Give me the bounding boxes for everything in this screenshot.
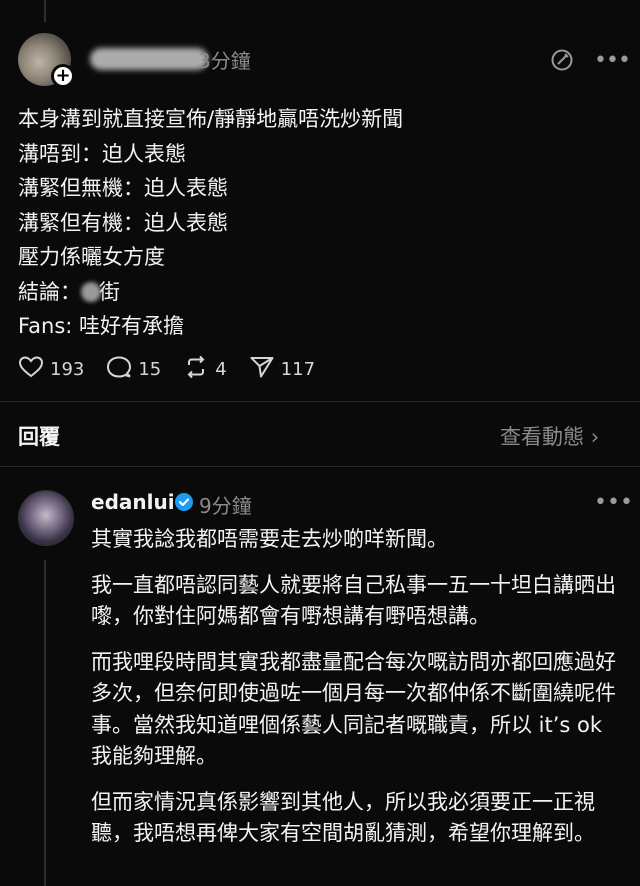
reply-username[interactable]: edanlui xyxy=(91,490,175,514)
share-button[interactable]: 117 xyxy=(249,355,315,384)
post-line: Fans: 哇好有承擔 xyxy=(18,314,185,338)
view-activity-label: 查看動態 xyxy=(500,425,584,449)
chevron-right-icon: › xyxy=(590,425,600,449)
author-name-redacted xyxy=(90,48,208,70)
post-actions: 193 15 4 117 xyxy=(18,355,337,383)
post-body: 本身溝到就直接宣佈/靜靜地贏唔洗炒新聞 溝唔到：迫人表態 溝緊但無機：迫人表態 … xyxy=(18,102,618,344)
thread-line xyxy=(44,560,46,886)
like-button[interactable]: 193 xyxy=(18,355,84,384)
like-count: 193 xyxy=(50,358,85,380)
comment-count: 15 xyxy=(138,358,162,380)
heart-icon xyxy=(18,355,50,384)
follow-plus-icon[interactable]: + xyxy=(51,64,75,88)
divider xyxy=(0,466,640,467)
divider xyxy=(0,401,640,402)
post-line: 溝緊但有機：迫人表態 xyxy=(18,210,228,235)
repost-button[interactable]: 4 xyxy=(183,355,227,384)
reply-paragraph: 我一直都唔認同藝人就要將自己私事一五一十坦白講晒出嚟，你對住阿媽都會有嘢想講有嘢… xyxy=(91,572,616,629)
verified-badge-icon xyxy=(175,493,193,511)
conclusion-label: 結論： xyxy=(18,279,81,304)
more-options-icon[interactable]: ••• xyxy=(594,48,631,73)
post-timestamp: 3分鐘 xyxy=(198,49,251,73)
post-line-conclusion: 結論： 街 xyxy=(18,275,618,310)
reply-more-options-icon[interactable]: ••• xyxy=(594,490,633,515)
send-icon xyxy=(249,355,281,384)
reply-paragraph: 其實我諗我都唔需要走去炒啲咩新聞。 xyxy=(91,527,448,551)
comment-button[interactable]: 15 xyxy=(106,355,161,384)
reply-author-avatar[interactable] xyxy=(18,490,74,546)
conclusion-suffix: 街 xyxy=(99,279,120,304)
reply-body: 其實我諗我都唔需要走去炒啲咩新聞。 我一直都唔認同藝人就要將自己私事一五一十坦白… xyxy=(91,524,626,864)
post-line: 本身溝到就直接宣佈/靜靜地贏唔洗炒新聞 xyxy=(18,107,404,131)
thread-line-top xyxy=(44,0,46,22)
comment-icon xyxy=(106,355,138,384)
reply-paragraph: 但而家情況真係影響到其他人，所以我必須要正一正視聽，我唔想再俾大家有空間胡亂猜測… xyxy=(91,789,595,846)
repost-count: 4 xyxy=(215,358,227,380)
view-activity-link[interactable]: 查看動態 › xyxy=(500,421,599,451)
reply-paragraph: 而我哩段時間其實我都盡量配合每次嘅訪問亦都回應過好多次，但奈何即使過咗一個月每一… xyxy=(91,649,616,769)
replies-heading: 回覆 xyxy=(18,425,60,449)
edit-icon[interactable] xyxy=(550,48,574,72)
redacted-character xyxy=(81,281,101,302)
post-line: 溝緊但無機：迫人表態 xyxy=(18,176,228,200)
repost-icon xyxy=(183,355,215,384)
share-count: 117 xyxy=(280,358,316,380)
post-line: 壓力係曬女方度 xyxy=(18,245,165,269)
post-line: 溝唔到：迫人表態 xyxy=(18,141,186,166)
reply-timestamp: 9分鐘 xyxy=(199,494,252,518)
